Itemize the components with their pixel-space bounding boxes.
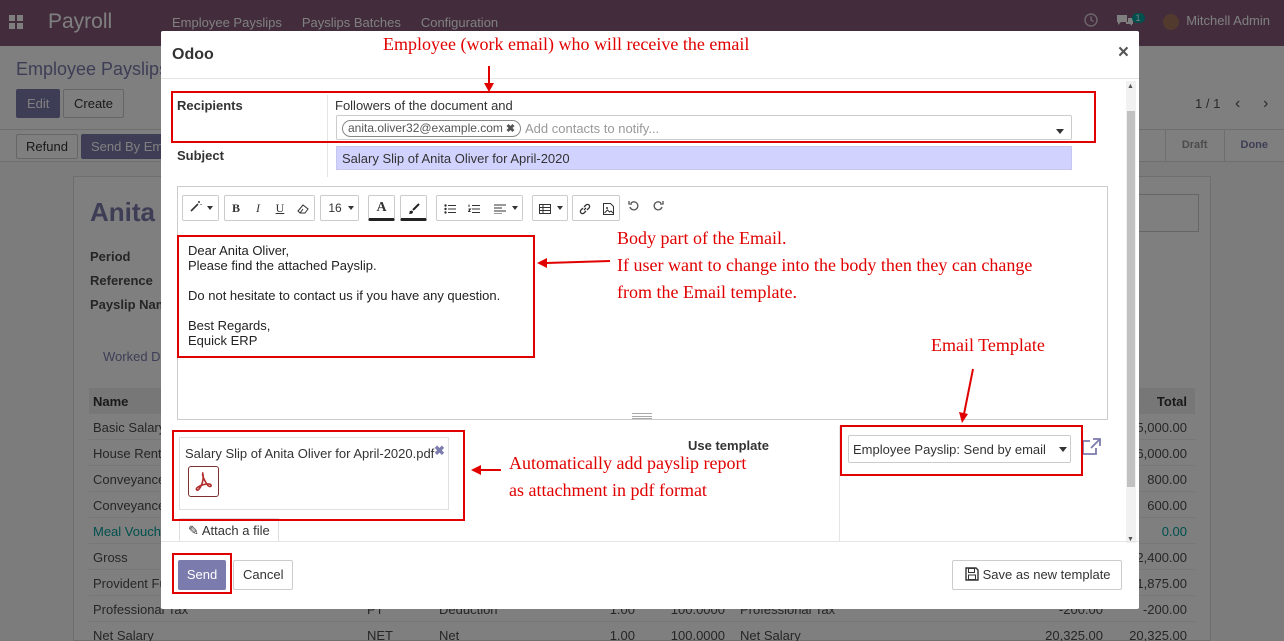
annotation-arrows [471,66,974,475]
